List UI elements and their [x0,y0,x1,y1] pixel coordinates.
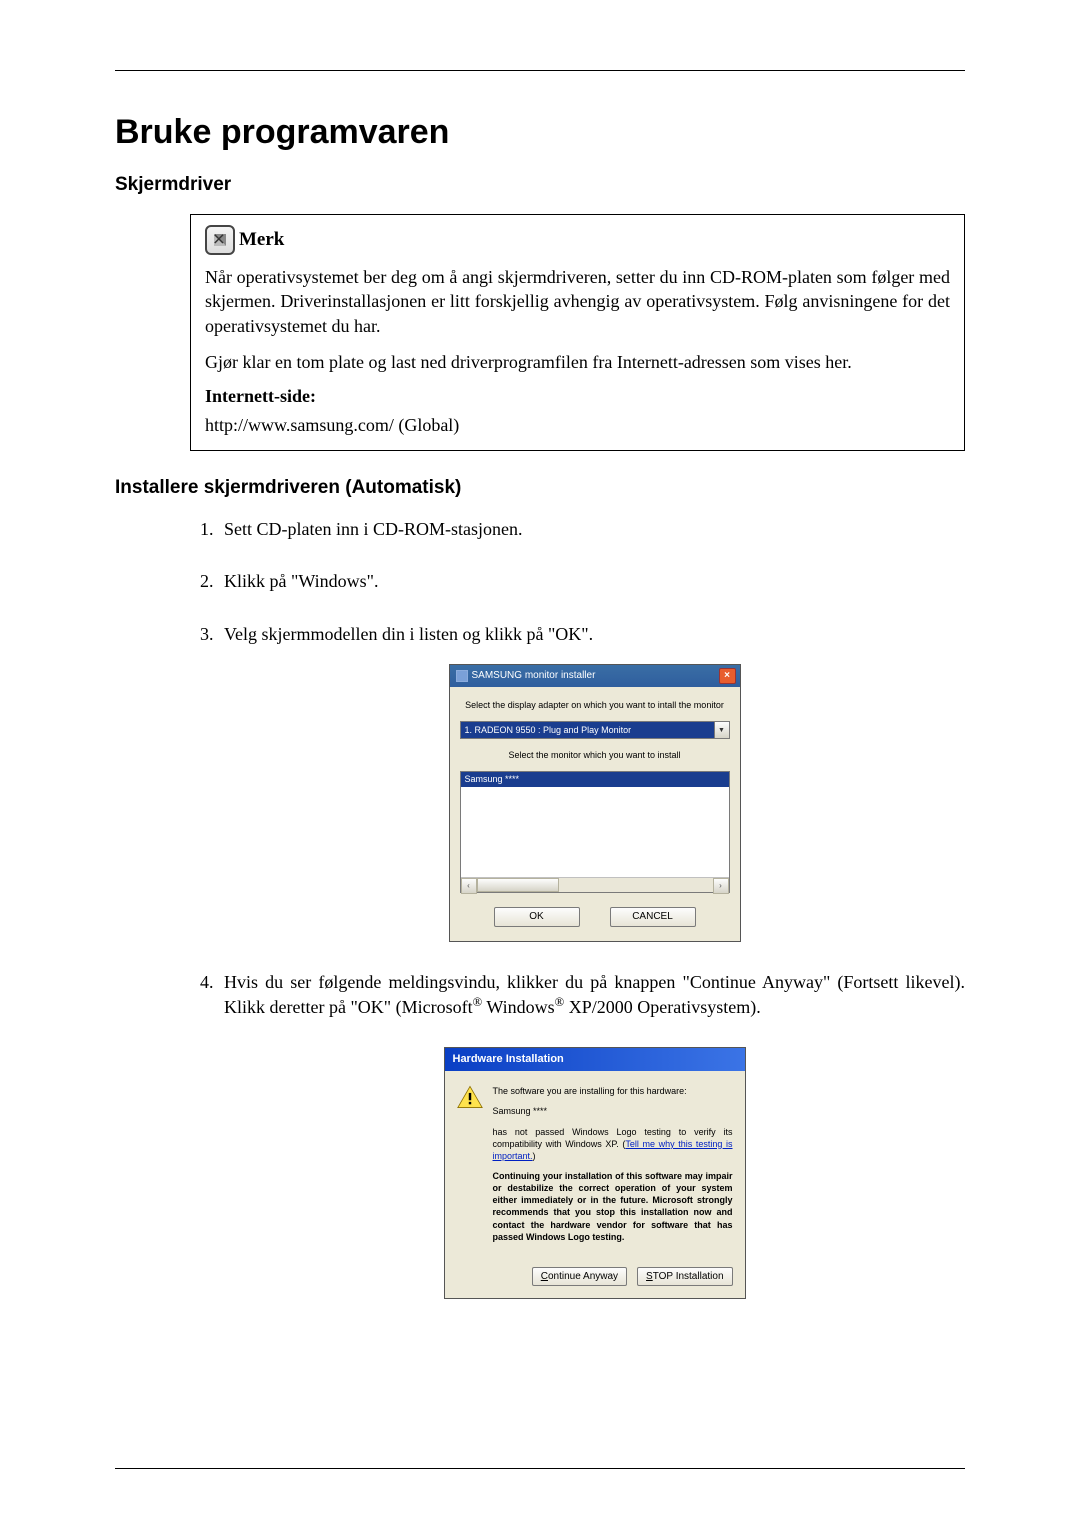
step-2: Klikk på "Windows". [218,569,965,593]
step-4: Hvis du ser følgende meldingsvindu, klik… [218,970,965,1299]
scrollbar-track[interactable] [559,878,713,892]
section-skjermdriver: Skjermdriver [115,174,965,196]
adapter-selected-text: 1. RADEON 9550 : Plug and Play Monitor [461,722,714,738]
monitor-listbox[interactable]: Samsung **** ‹ › [460,771,730,893]
horizontal-scrollbar[interactable]: ‹ › [461,877,729,892]
step-1: Sett CD-platen inn i CD-ROM-stasjonen. [218,517,965,541]
header-rule [115,70,965,71]
hw-line1: The software you are installing for this… [493,1085,733,1097]
continue-anyway-button[interactable]: Continue Anyway [532,1267,627,1287]
scroll-left-icon[interactable]: ‹ [461,878,477,894]
hw-line2: Samsung **** [493,1105,733,1117]
footer-rule [115,1468,965,1469]
note-icon [205,225,235,255]
adapter-label: Select the display adapter on which you … [460,699,730,721]
system-menu-icon[interactable] [456,670,468,682]
chevron-down-icon[interactable]: ▼ [714,722,729,738]
install-steps-list: Sett CD-platen inn i CD-ROM-stasjonen. K… [190,517,965,1299]
page-title: Bruke programvaren [115,113,965,152]
note-paragraph-1: Når operativsystemet ber deg om å angi s… [205,265,950,338]
step-3-text: Velg skjermmodellen din i listen og klik… [224,624,593,644]
hw-line3b: ) [533,1151,536,1161]
reg-1: ® [473,995,483,1009]
ok-button[interactable]: OK [494,907,580,927]
step-4-text-b: Windows [482,997,554,1017]
reg-2: ® [555,995,565,1009]
note-title: Merk [239,229,284,251]
scrollbar-thumb[interactable] [477,878,559,892]
step-4-text-c: XP/2000 Operativsystem). [564,997,760,1017]
warning-icon [457,1085,483,1109]
adapter-dropdown[interactable]: 1. RADEON 9550 : Plug and Play Monitor ▼ [460,721,730,739]
monitor-label: Select the monitor which you want to ins… [460,749,730,771]
step-3: Velg skjermmodellen din i listen og klik… [218,622,965,942]
cancel-button[interactable]: CANCEL [610,907,696,927]
scroll-right-icon[interactable]: › [713,878,729,894]
hardware-installation-dialog: Hardware Installation The software you a… [444,1047,746,1299]
section-install-auto: Installere skjermdriveren (Automatisk) [115,477,965,499]
note-internet-label: Internett-side: [205,386,950,407]
stop-installation-button[interactable]: STOP Installation [637,1267,732,1287]
monitor-selected-item[interactable]: Samsung **** [461,772,729,786]
installer-dialog: SAMSUNG monitor installer × Select the d… [449,664,741,942]
note-url: http://www.samsung.com/ (Global) [205,415,950,436]
installer-title-text: SAMSUNG monitor installer [472,669,596,683]
installer-titlebar: SAMSUNG monitor installer × [450,665,740,687]
monitor-list-empty [461,787,729,878]
hardware-titlebar: Hardware Installation [445,1048,745,1071]
note-paragraph-2: Gjør klar en tom plate og last ned drive… [205,350,950,374]
hw-bold-warning: Continuing your installation of this sof… [493,1170,733,1243]
close-icon[interactable]: × [719,668,736,684]
note-box: Merk Når operativsystemet ber deg om å a… [190,214,965,451]
